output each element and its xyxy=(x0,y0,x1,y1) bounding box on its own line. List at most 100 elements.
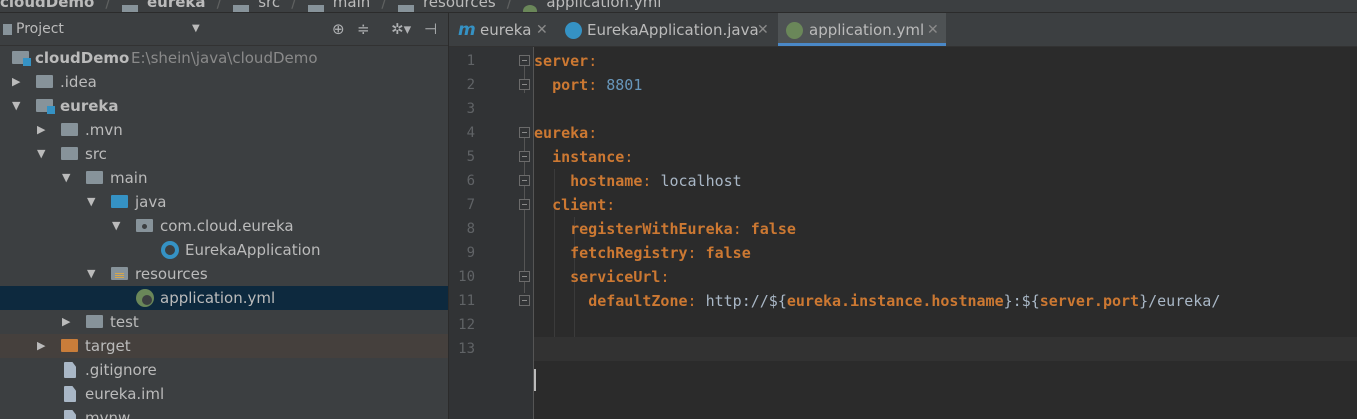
chevron-down-icon[interactable]: ▼ xyxy=(87,262,99,286)
tree-item-mvnw[interactable]: mvnw xyxy=(0,406,448,419)
fold-end-icon[interactable] xyxy=(519,79,530,90)
code-token: server xyxy=(534,52,589,70)
tree-item-label: .mvn xyxy=(85,121,123,139)
breadcrumb-item-application-yml[interactable]: application.yml xyxy=(546,0,661,11)
code-token: eureka.instance.hostname xyxy=(786,292,1004,310)
code-token: }/eureka/ xyxy=(1139,292,1221,310)
breadcrumb-item-eureka[interactable]: eureka xyxy=(147,0,206,11)
module-icon xyxy=(12,51,31,66)
code-token: : xyxy=(687,292,706,310)
close-icon[interactable]: ✕ xyxy=(536,13,548,47)
close-icon[interactable]: ✕ xyxy=(757,13,769,47)
code-line[interactable]: defaultZone: http://${eureka.instance.ho… xyxy=(534,289,1220,313)
breadcrumb-separator: / xyxy=(381,0,387,11)
code-line[interactable]: hostname: localhost xyxy=(534,169,742,193)
code-area[interactable]: server: port: 8801 eureka: instance: host… xyxy=(534,47,1357,419)
code-line[interactable]: instance: xyxy=(534,145,633,169)
tree-item-clouddemo[interactable]: cloudDemo E:\shein\java\cloudDemo xyxy=(0,46,448,70)
tree-item-eureka-iml[interactable]: eureka.iml xyxy=(0,382,448,406)
tree-item-label: EurekaApplication xyxy=(185,241,321,259)
code-line[interactable]: registerWithEureka: false xyxy=(534,217,796,241)
code-token: 8801 xyxy=(606,76,643,94)
tree-item-test[interactable]: ▶ test xyxy=(0,310,448,334)
tab-application-yml[interactable]: application.yml ✕ xyxy=(778,13,946,46)
fold-marker-icon[interactable] xyxy=(519,271,530,282)
code-line[interactable]: client: xyxy=(534,193,615,217)
line-number: 4 xyxy=(466,125,475,141)
line-number: 13 xyxy=(458,341,475,357)
tree-item-gitignore[interactable]: .gitignore xyxy=(0,358,448,382)
code-line[interactable]: port: 8801 xyxy=(534,73,642,97)
tab-label: EurekaApplication.java xyxy=(587,21,759,39)
code-line[interactable]: eureka: xyxy=(534,121,597,145)
folder-icon xyxy=(61,147,78,160)
tree-item-label: main xyxy=(110,169,148,187)
hide-panel-icon[interactable]: ⊣ xyxy=(424,21,437,37)
fold-marker-icon[interactable] xyxy=(519,55,530,66)
chevron-down-icon[interactable]: ▼ xyxy=(112,214,124,238)
fold-marker-icon[interactable] xyxy=(519,199,530,210)
folder-icon xyxy=(61,123,78,136)
tree-item-label: resources xyxy=(135,265,208,283)
tree-item-application-yml[interactable]: application.yml xyxy=(0,286,448,310)
tree-item-target[interactable]: ▶ target xyxy=(0,334,448,358)
chevron-right-icon[interactable]: ▶ xyxy=(37,334,49,358)
tree-item-java[interactable]: ▼ java xyxy=(0,190,448,214)
breadcrumb-item-resources[interactable]: resources xyxy=(423,0,496,11)
line-number: 12 xyxy=(458,317,475,333)
code-line[interactable]: server: xyxy=(534,49,597,73)
spring-config-icon xyxy=(523,4,538,12)
code-line[interactable]: serviceUrl: xyxy=(534,265,669,289)
tree-item-label: .gitignore xyxy=(85,361,157,379)
chevron-down-icon[interactable]: ▼ xyxy=(87,190,99,214)
tab-eurekaapplication-java[interactable]: EurekaApplication.java ✕ xyxy=(557,13,778,46)
chevron-down-icon[interactable]: ▼ xyxy=(62,166,74,190)
breadcrumb-separator: / xyxy=(506,0,513,11)
line-number: 7 xyxy=(466,197,475,213)
project-view-icon xyxy=(3,24,12,35)
chevron-down-icon[interactable]: ▼ xyxy=(37,142,49,166)
fold-end-icon[interactable] xyxy=(519,295,530,306)
editor: m eureka ✕ EurekaApplication.java ✕ appl… xyxy=(449,13,1357,419)
breadcrumb-item-src[interactable]: src xyxy=(258,0,280,11)
fold-marker-icon[interactable] xyxy=(519,127,530,138)
code-line[interactable]: fetchRegistry: false xyxy=(534,241,751,265)
tree-item-label: mvnw xyxy=(85,409,131,419)
code-line[interactable] xyxy=(534,337,1357,361)
collapse-all-icon[interactable]: ≑ xyxy=(357,21,370,37)
source-folder-icon xyxy=(111,195,128,208)
chevron-right-icon[interactable]: ▶ xyxy=(62,310,74,334)
close-icon[interactable]: ✕ xyxy=(927,13,939,47)
tree-item-package[interactable]: ▼ com.cloud.eureka xyxy=(0,214,448,238)
folder-icon xyxy=(307,4,324,12)
tab-eureka[interactable]: m eureka ✕ xyxy=(449,13,557,46)
code-token: serviceUrl xyxy=(570,268,661,286)
fold-marker-icon[interactable] xyxy=(519,151,530,162)
tree-item-mvn[interactable]: ▶ .mvn xyxy=(0,118,448,142)
chevron-right-icon[interactable]: ▶ xyxy=(12,70,24,94)
code-token: server.port xyxy=(1039,292,1140,310)
chevron-down-icon[interactable]: ▼ xyxy=(192,23,200,34)
tree-item-src[interactable]: ▼ src xyxy=(0,142,448,166)
project-view-selector[interactable]: Project xyxy=(16,21,64,37)
tree-item-idea[interactable]: ▶ .idea xyxy=(0,70,448,94)
crosshair-icon[interactable]: ⊕ xyxy=(332,21,345,37)
breadcrumb: cloudDemo / eureka / src / main / resour… xyxy=(0,0,1357,13)
code-token: : xyxy=(588,52,598,70)
tree-item-resources[interactable]: ▼ resources xyxy=(0,262,448,286)
tree-item-eurekaapplication[interactable]: EurekaApplication xyxy=(0,238,448,262)
code-token: false xyxy=(705,244,751,262)
line-number: 2 xyxy=(466,77,475,93)
chevron-down-icon[interactable]: ▼ xyxy=(12,94,24,118)
tree-item-main[interactable]: ▼ main xyxy=(0,166,448,190)
tree-item-eureka[interactable]: ▼ eureka xyxy=(0,94,448,118)
gear-icon[interactable]: ✲▾ xyxy=(391,21,411,37)
folder-icon xyxy=(86,171,103,184)
fold-end-icon[interactable] xyxy=(519,175,530,186)
chevron-right-icon[interactable]: ▶ xyxy=(37,118,49,142)
breadcrumb-item-clouddemo[interactable]: cloudDemo xyxy=(0,0,94,11)
breadcrumb-item-main[interactable]: main xyxy=(333,0,370,11)
module-icon xyxy=(36,99,55,114)
